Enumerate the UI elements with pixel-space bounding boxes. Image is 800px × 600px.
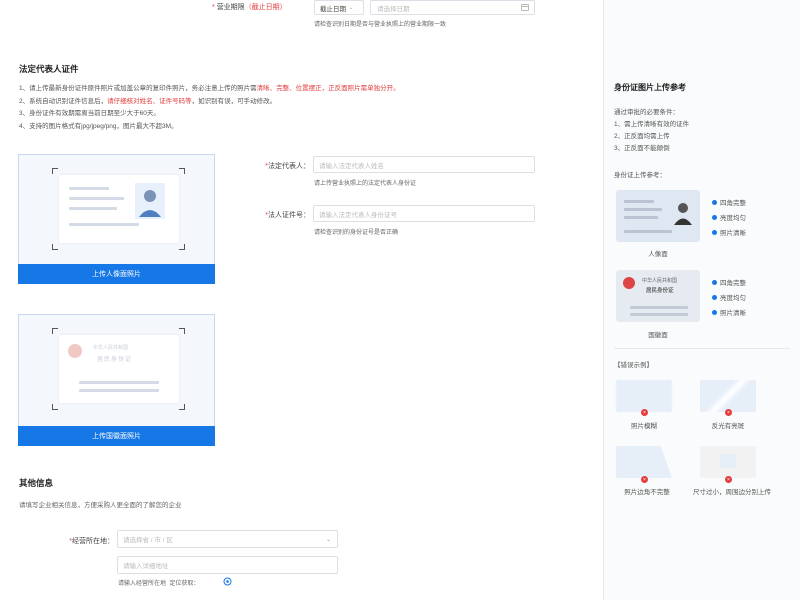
- upload-front-button[interactable]: 上传人像面照片: [18, 264, 215, 284]
- term-hint: 请检查识别日期是否与营业执照上的营业期限一致: [314, 22, 447, 28]
- business-term-label: * 营业期限（截止日期）: [212, 4, 287, 11]
- id-back-sample: 中华人民共和国 居民身份证: [616, 270, 700, 322]
- term-type-select[interactable]: 截止日期 ⌄: [314, 0, 364, 15]
- back-caption: 国徽面: [648, 332, 668, 339]
- address-input[interactable]: 请输入详细地址: [117, 556, 338, 574]
- error-blurry-sample: [616, 380, 672, 412]
- page: * 营业期限（截止日期） 截止日期 ⌄ 请选择日期 请检查识别日期是否与营业执照…: [0, 0, 800, 600]
- locate-icon[interactable]: [223, 577, 232, 586]
- other-info-section-title: 其他信息: [19, 478, 54, 488]
- upload-front-card[interactable]: 上传人像面照片: [18, 154, 215, 284]
- error-small-sample: [700, 446, 756, 478]
- rule-item: 3、身份证件有效期需离当前日期至少大于60天。: [19, 110, 160, 117]
- legal-rep-section-title: 法定代表人证件: [19, 64, 79, 74]
- rule-item: 4、支持的图片格式有jpg/jpeg/png，图片最大不超3M。: [19, 122, 178, 130]
- other-info-desc: 请填写企业相关信息，方便采购人更全面的了解您的企业: [19, 502, 182, 509]
- location-select[interactable]: 请选择省 / 市 / 区 ⌄: [117, 530, 338, 548]
- rep-id-input[interactable]: 请输入法定代表人身份证号: [313, 205, 535, 222]
- term-date-input[interactable]: 请选择日期: [370, 0, 535, 15]
- id-back-illustration: 中华人民共和国 居民身份证: [59, 335, 179, 403]
- rep-name-hint: 请上传营业执照上的法定代表人身份证: [314, 181, 417, 187]
- id-reference-panel: 身份证图片上传参考 通过审批的必要条件： 1、需上传清晰有效的证件 2、正反面均…: [604, 0, 800, 600]
- rep-id-label: *法人证件号：: [265, 212, 310, 219]
- location-label: *经营所在地：: [69, 538, 114, 545]
- rule-item: 1、请上传最新身份证件原件照片或加盖公章的复印件照片，务必注意上传的照片需清晰、…: [19, 85, 400, 92]
- main-form: * 营业期限（截止日期） 截止日期 ⌄ 请选择日期 请检查识别日期是否与营业执照…: [0, 0, 603, 600]
- error-x-icon: ×: [725, 476, 732, 483]
- front-caption: 人像面: [648, 251, 668, 258]
- portrait-icon: [674, 203, 692, 225]
- rep-name-label: *法定代表人：: [265, 163, 310, 170]
- reference-subtitle: 身份证上传参考：: [614, 172, 666, 179]
- reference-title: 身份证图片上传参考: [614, 83, 686, 92]
- error-examples-title: 【错误示例】: [614, 362, 653, 369]
- error-glare-sample: [700, 380, 756, 412]
- error-x-icon: ×: [725, 409, 732, 416]
- emblem-icon: [68, 344, 82, 358]
- error-x-icon: ×: [641, 409, 648, 416]
- id-front-sample: [616, 190, 700, 242]
- conditions: 通过审批的必要条件： 1、需上传清晰有效的证件 2、正反面均需上传 3、正反面不…: [614, 109, 690, 152]
- chevron-down-icon: ⌄: [325, 536, 331, 543]
- portrait-icon: [135, 183, 165, 219]
- error-cropped-sample: [616, 446, 672, 478]
- rep-id-hint: 请检查识别的身份证号是否正确: [314, 230, 399, 236]
- id-front-illustration: [59, 175, 179, 243]
- address-hint: 请输入经营所在地 定位获取：: [118, 581, 200, 587]
- chevron-down-icon: ⌄: [349, 4, 354, 11]
- upload-back-card[interactable]: 中华人民共和国 居民身份证 上传国徽面照片: [18, 314, 215, 446]
- rep-name-input[interactable]: 请输入法定代表人姓名: [313, 156, 535, 173]
- upload-rules: 1、请上传最新身份证件原件照片或加盖公章的复印件照片，务必注意上传的照片需清晰、…: [19, 83, 579, 133]
- upload-back-button[interactable]: 上传国徽面照片: [18, 426, 215, 446]
- emblem-icon: [623, 277, 635, 289]
- calendar-icon: [521, 4, 529, 11]
- rule-item: 2、系统自动识别证件信息后，请仔细核对姓名、证件号码等，如识别有误，可手动修改。: [19, 97, 277, 105]
- error-x-icon: ×: [641, 476, 648, 483]
